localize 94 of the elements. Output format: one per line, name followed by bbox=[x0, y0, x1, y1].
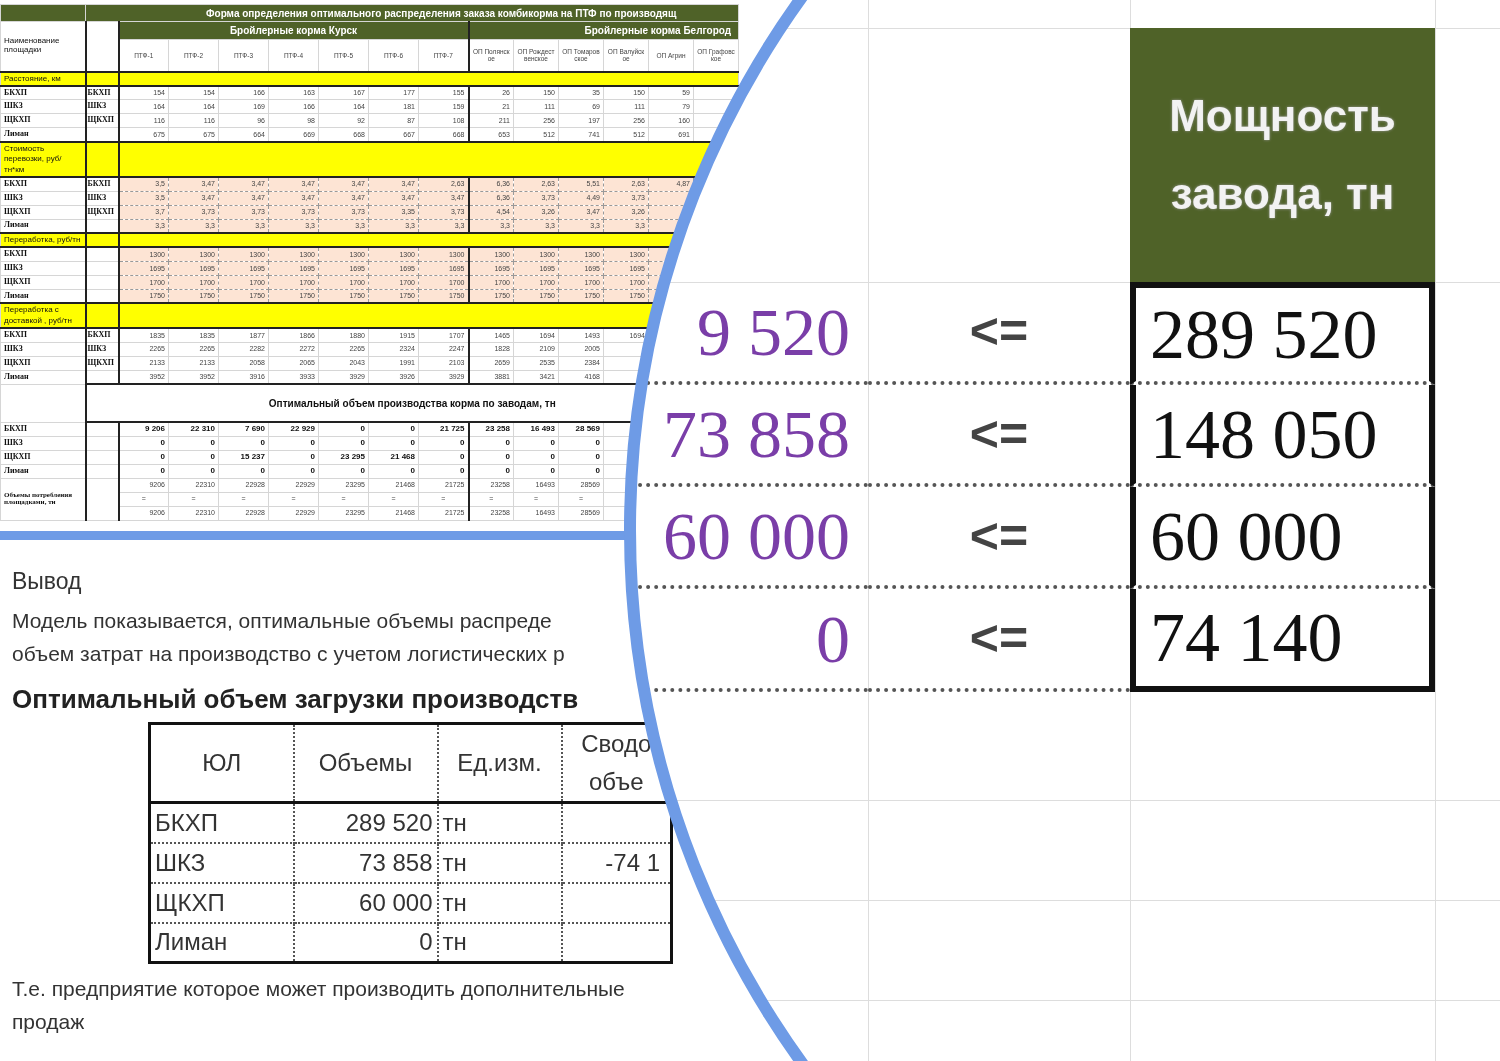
table-cell: 0 bbox=[268, 436, 319, 451]
row-label: ШКЗ bbox=[0, 436, 86, 451]
table-cell: 0 bbox=[468, 450, 514, 465]
column-header: Объемы bbox=[293, 723, 438, 803]
table-cell: 0 bbox=[168, 450, 219, 465]
table-cell: 0 bbox=[168, 464, 219, 479]
row-code: БКХП bbox=[85, 177, 119, 192]
table-cell: 22 929 bbox=[268, 422, 319, 437]
table-cell: 0 bbox=[318, 436, 369, 451]
section-heading: Вывод bbox=[12, 567, 82, 596]
row-label: Лиман bbox=[0, 464, 86, 479]
table-cell: <= bbox=[868, 589, 1130, 692]
table-cell: <= bbox=[868, 282, 1130, 385]
row-code: ШКЗ bbox=[85, 342, 119, 357]
sheet-title: Форма определения оптимального распределения заказа комбикорма на ПТФ по производящ bbox=[85, 4, 739, 22]
table-cell: 74 140 bbox=[1130, 589, 1435, 692]
table-cell: 60 000 bbox=[293, 882, 438, 923]
table-cell: 7 690 bbox=[218, 422, 269, 437]
row-code: БКХП bbox=[85, 328, 119, 343]
table-cell: 21 468 bbox=[368, 450, 419, 465]
column-header: ЮЛ bbox=[149, 723, 294, 803]
table-cell: 0 bbox=[513, 464, 559, 479]
table-cell: тн bbox=[437, 882, 562, 923]
row-code: ЩКХП bbox=[85, 113, 119, 128]
table-cell: тн bbox=[437, 802, 562, 843]
table-cell: ЩКХП bbox=[149, 882, 294, 923]
row-code: ШКЗ bbox=[85, 191, 119, 206]
row-label: ЩКХП bbox=[0, 113, 86, 128]
table-cell: 0 bbox=[368, 436, 419, 451]
row-code: БКХП bbox=[85, 85, 119, 100]
section-label: Стоимость перевозки, руб/тн*км bbox=[0, 141, 86, 178]
table-cell: 73 858 bbox=[293, 842, 438, 883]
table-cell: 289 520 bbox=[293, 802, 438, 843]
row-code: ЩКХП bbox=[85, 205, 119, 220]
table-cell: 0 bbox=[118, 450, 169, 465]
row-label: БКХП bbox=[0, 85, 86, 100]
table-cell: <= bbox=[868, 487, 1130, 589]
row-label: ЩКХП bbox=[0, 275, 86, 290]
table-cell: 0 bbox=[468, 464, 514, 479]
row-label: ЩКХП bbox=[0, 450, 86, 465]
section-label: Расстояние, км bbox=[0, 71, 86, 86]
table-cell: 0 bbox=[118, 436, 169, 451]
table-cell: 23 295 bbox=[318, 450, 369, 465]
table-cell: 0 bbox=[218, 464, 269, 479]
table-cell: 0 bbox=[218, 436, 269, 451]
table-cell: 22 310 bbox=[168, 422, 219, 437]
table-cell: 0 bbox=[368, 464, 419, 479]
row-label: ШКЗ bbox=[0, 99, 86, 114]
table-cell: 28 569 bbox=[558, 422, 604, 437]
paragraph: Модель показывается, оптимальные объемы распреде объем затрат на производство с учетом логистических р bbox=[12, 608, 565, 667]
table-cell: 0 bbox=[268, 450, 319, 465]
row-code: ЩКХП bbox=[85, 356, 119, 371]
row-label: БКХП bbox=[0, 328, 86, 343]
table-cell: 0 bbox=[513, 450, 559, 465]
table-cell: 0 bbox=[168, 436, 219, 451]
table-cell: 0 bbox=[630, 589, 868, 692]
table-cell: 0 bbox=[318, 464, 369, 479]
table-cell: 0 bbox=[118, 464, 169, 479]
row-code: ШКЗ bbox=[85, 99, 119, 114]
table-cell: 9 206 bbox=[118, 422, 169, 437]
table-cell: тн bbox=[437, 842, 562, 883]
table-cell: 0 bbox=[268, 464, 319, 479]
table-cell: 0 bbox=[468, 436, 514, 451]
table-cell: 0 bbox=[558, 436, 604, 451]
table-cell: 289 520 bbox=[1130, 282, 1435, 385]
table-cell: 23 258 bbox=[468, 422, 514, 437]
row-label: БКХП bbox=[0, 177, 86, 192]
table-cell: 16 493 bbox=[513, 422, 559, 437]
table-cell: 60 000 bbox=[630, 487, 868, 589]
row-label: ШКЗ bbox=[0, 342, 86, 357]
row-label: ШКЗ bbox=[0, 191, 86, 206]
table-cell: БКХП bbox=[149, 802, 294, 843]
table-cell: 15 237 bbox=[218, 450, 269, 465]
table-cell: 60 000 bbox=[1130, 487, 1435, 589]
table-cell: <= bbox=[868, 385, 1130, 487]
column-header: Ед.изм. bbox=[437, 723, 562, 803]
table-cell: 0 bbox=[558, 464, 604, 479]
row-label: ШКЗ bbox=[0, 261, 86, 276]
section-heading: Оптимальный объем загрузки производств bbox=[12, 684, 579, 714]
paragraph: Т.е. предприятие которое может производить дополнительные продаж bbox=[12, 976, 625, 1035]
section-label: Переработка с доставкой , руб/тн bbox=[0, 303, 86, 329]
section-label: Переработка, руб/тн bbox=[0, 233, 86, 248]
table-cell: ШКЗ bbox=[149, 842, 294, 883]
row-label: Лиман bbox=[0, 370, 86, 385]
row-label: ЩКХП bbox=[0, 205, 86, 220]
table-cell: 0 bbox=[513, 436, 559, 451]
table-cell: 0 bbox=[318, 422, 369, 437]
table-cell: 148 050 bbox=[1130, 385, 1435, 487]
column-header: Мощность завода, тн bbox=[1130, 28, 1435, 282]
table-cell: 0 bbox=[558, 450, 604, 465]
row-label: ЩКХП bbox=[0, 356, 86, 371]
row-label: БКХП bbox=[0, 422, 86, 437]
table-cell: 0 bbox=[368, 422, 419, 437]
row-label: БКХП bbox=[0, 247, 86, 262]
